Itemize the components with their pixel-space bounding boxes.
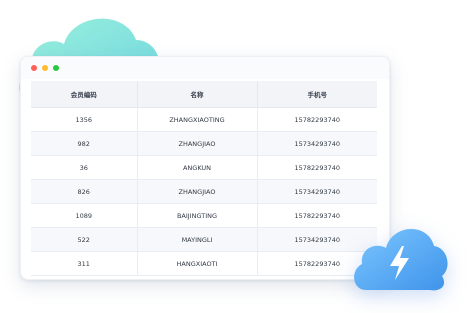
column-header-name: 名称 — [137, 81, 258, 108]
member-name-cell: ANGKUN — [137, 155, 258, 180]
member-phone-cell: 15734293740 — [257, 131, 377, 156]
member-phone-cell: 15734293740 — [257, 179, 377, 204]
member-name-cell: ZHANGJIAO — [137, 179, 258, 204]
table-row[interactable]: 311 HANGXIAOTI 15782293740 — [31, 251, 377, 276]
table-row[interactable]: 36 ANGKUN 15782293740 — [31, 155, 377, 180]
member-phone-cell: 15782293740 — [257, 155, 377, 180]
member-name-cell: MAYINGLI — [137, 227, 258, 252]
member-name-cell: ZHANGJIAO — [137, 131, 258, 156]
member-code-cell: 982 — [31, 131, 138, 156]
member-code-cell: 522 — [31, 227, 138, 252]
member-code-cell: 826 — [31, 179, 138, 204]
member-code-cell: 1089 — [31, 203, 138, 228]
window-titlebar — [21, 57, 389, 79]
member-name-cell: BAIJINGTING — [137, 203, 258, 228]
table-row[interactable]: 1356 ZHANGXIAOTING 15782293740 — [31, 107, 377, 132]
member-code-cell: 36 — [31, 155, 138, 180]
member-code-cell: 1356 — [31, 107, 138, 132]
table-header-row: 会员编码 名称 手机号 — [31, 81, 377, 108]
member-code-cell: 311 — [31, 251, 138, 276]
member-table: 会员编码 名称 手机号 1356 ZHANGXIAOTING 157822937… — [31, 81, 377, 276]
lightning-cloud-illustration — [354, 228, 448, 291]
column-header-phone: 手机号 — [257, 81, 377, 108]
close-window-button[interactable] — [31, 65, 37, 71]
member-name-cell: ZHANGXIAOTING — [137, 107, 258, 132]
maximize-window-button[interactable] — [53, 65, 59, 71]
table-row[interactable]: 826 ZHANGJIAO 15734293740 — [31, 179, 377, 204]
table-row[interactable]: 1089 BAIJINGTING 15782293740 — [31, 203, 377, 228]
app-window: 会员编码 名称 手机号 1356 ZHANGXIAOTING 157822937… — [20, 56, 390, 280]
table-row[interactable]: 982 ZHANGJIAO 15734293740 — [31, 131, 377, 156]
table-row[interactable]: 522 MAYINGLI 15734293740 — [31, 227, 377, 252]
column-header-member-code: 会员编码 — [31, 81, 138, 108]
minimize-window-button[interactable] — [42, 65, 48, 71]
member-phone-cell: 15782293740 — [257, 107, 377, 132]
member-name-cell: HANGXIAOTI — [137, 251, 258, 276]
